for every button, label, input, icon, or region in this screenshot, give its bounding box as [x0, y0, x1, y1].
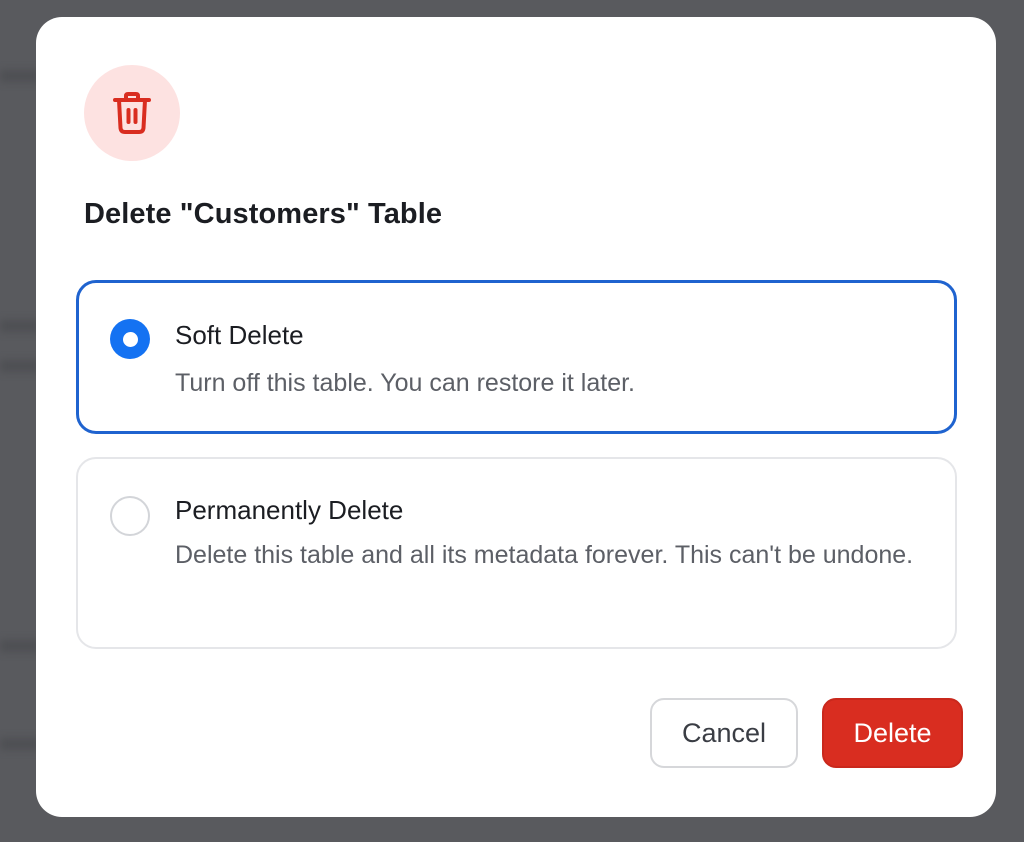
soft-delete-radio[interactable] [110, 319, 150, 359]
delete-table-dialog: Delete "Customers" Table Soft Delete Tur… [36, 17, 996, 817]
option-title: Soft Delete [175, 320, 304, 350]
backdrop-line [0, 640, 40, 652]
option-description: Turn off this table. You can restore it … [175, 369, 635, 397]
backdrop-line [0, 320, 40, 332]
delete-button[interactable]: Delete [822, 698, 963, 768]
backdrop-line [0, 360, 40, 372]
option-soft-delete[interactable]: Soft Delete Turn off this table. You can… [76, 280, 957, 434]
cancel-button[interactable]: Cancel [650, 698, 798, 768]
trash-icon-badge [84, 65, 180, 161]
radio-selected-dot [122, 331, 138, 347]
option-title: Permanently Delete [175, 495, 404, 525]
trash-icon [113, 92, 151, 134]
dialog-title: Delete "Customers" Table [84, 198, 443, 230]
option-permanently-delete[interactable]: Permanently Delete Delete this table and… [76, 457, 957, 649]
permanently-delete-radio[interactable] [110, 496, 150, 536]
backdrop-line [0, 70, 40, 82]
backdrop-line [0, 738, 40, 750]
option-description: Delete this table and all its metadata f… [175, 541, 914, 569]
